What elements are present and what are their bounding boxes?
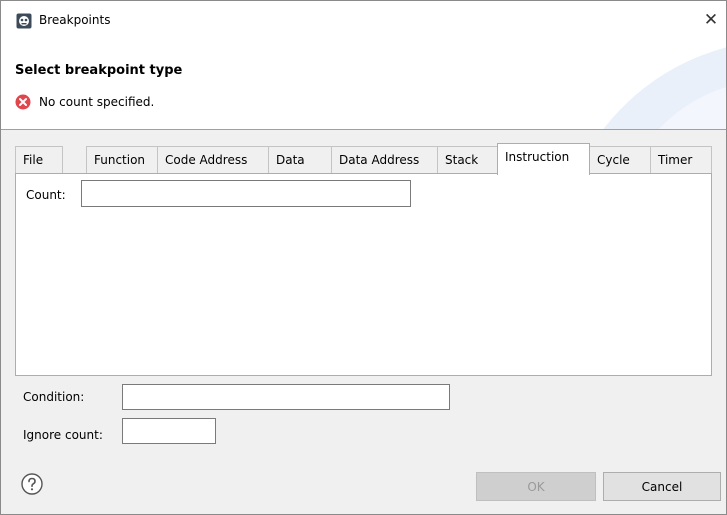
tab-data[interactable]: Data [268,146,334,173]
banner-decoration [603,47,726,129]
header-banner: Select breakpoint type No count specifie… [1,41,726,130]
count-input[interactable] [81,180,411,207]
ok-button[interactable]: OK [476,472,596,501]
tab-data-address[interactable]: Data Address [331,146,444,173]
help-icon[interactable] [21,473,43,495]
error-message: No count specified. [15,94,154,110]
tab-timer[interactable]: Timer [650,146,712,173]
breakpoints-app-icon [16,13,32,29]
close-icon: ✕ [703,10,719,30]
page-title: Select breakpoint type [15,63,183,78]
tab-cycle[interactable]: Cycle [589,146,651,173]
cancel-button[interactable]: Cancel [603,472,721,501]
ignore-count-input[interactable] [122,418,216,444]
condition-label: Condition: [23,390,85,404]
breakpoint-type-tabs: File Function Code Address Data Data Add… [15,143,712,175]
close-button[interactable]: ✕ [700,9,722,31]
condition-input[interactable] [122,384,450,410]
instruction-panel: Count: [15,173,712,376]
tab-file[interactable]: File [15,146,63,173]
breakpoints-dialog: Breakpoints ✕ Select breakpoint type No … [0,0,727,515]
title-bar: Breakpoints ✕ [1,1,726,41]
tab-code-address[interactable]: Code Address [157,146,272,173]
error-message-text: No count specified. [39,95,155,109]
ignore-count-label: Ignore count: [23,428,103,442]
error-icon [15,94,31,110]
tab-instruction[interactable]: Instruction [497,143,590,175]
window-title: Breakpoints [39,13,111,27]
count-label: Count: [26,188,66,202]
